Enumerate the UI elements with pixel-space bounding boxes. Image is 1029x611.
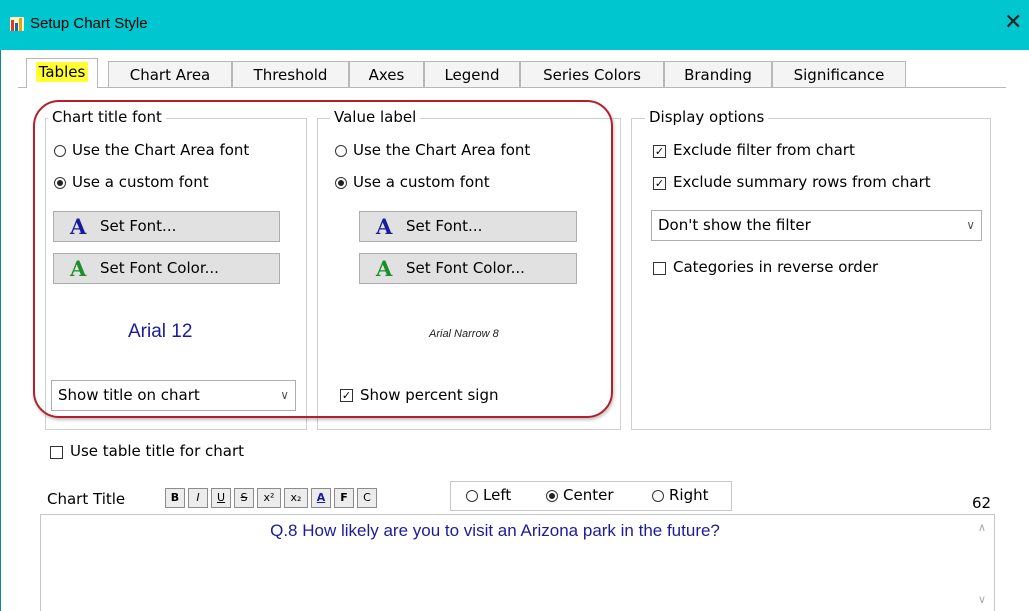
align-right-label[interactable]: Right bbox=[669, 486, 709, 504]
tab-tables[interactable]: Tables bbox=[26, 58, 98, 88]
vl-chart-area-label[interactable]: Use the Chart Area font bbox=[353, 141, 530, 159]
tab-series-colors[interactable]: Series Colors bbox=[520, 61, 664, 87]
character-count: 62 bbox=[972, 494, 992, 512]
scroll-down-icon[interactable]: ∨ bbox=[978, 593, 986, 606]
chart-title-text[interactable]: Q.8 How likely are you to visit an Arizo… bbox=[0, 521, 990, 541]
vl-show-percent-checkbox[interactable]: ✓ bbox=[340, 389, 353, 402]
subscript-button[interactable]: x₂ bbox=[284, 488, 308, 508]
chevron-down-icon: ∨ bbox=[966, 218, 975, 232]
use-table-title-checkbox[interactable] bbox=[50, 446, 63, 459]
font-a-icon: A bbox=[70, 214, 87, 239]
align-center-radio[interactable] bbox=[546, 490, 558, 502]
window-title: Setup Chart Style bbox=[30, 15, 148, 32]
vl-set-font-button[interactable]: A Set Font... bbox=[359, 211, 577, 242]
vl-show-percent-label[interactable]: Show percent sign bbox=[360, 386, 498, 404]
title-bar bbox=[0, 0, 1029, 50]
ctf-chart-area-label[interactable]: Use the Chart Area font bbox=[72, 141, 249, 159]
tab-chart-area[interactable]: Chart Area bbox=[108, 61, 232, 87]
vl-chart-area-radio[interactable] bbox=[335, 145, 347, 157]
filter-display-dropdown[interactable]: Don't show the filter ∨ bbox=[651, 210, 982, 241]
scroll-up-icon[interactable]: ∧ bbox=[978, 521, 986, 534]
display-options-legend: Display options bbox=[645, 108, 769, 126]
chevron-down-icon: ∨ bbox=[280, 388, 289, 402]
exclude-filter-checkbox[interactable]: ✓ bbox=[653, 145, 666, 158]
value-label-legend: Value label bbox=[330, 108, 421, 126]
reverse-order-checkbox[interactable] bbox=[653, 262, 666, 275]
font-color-button[interactable]: A bbox=[311, 488, 331, 508]
textarea-scrollbar[interactable]: ∧ ∨ bbox=[973, 515, 994, 611]
superscript-button[interactable]: x² bbox=[257, 488, 281, 508]
ctf-custom-radio[interactable] bbox=[54, 177, 66, 189]
ctf-title-display-dropdown[interactable]: Show title on chart ∨ bbox=[51, 380, 296, 411]
vl-font-preview: Arial Narrow 8 bbox=[429, 328, 499, 340]
exclude-summary-label[interactable]: Exclude summary rows from chart bbox=[673, 173, 931, 191]
chart-app-icon bbox=[10, 17, 24, 31]
tab-legend[interactable]: Legend bbox=[424, 61, 520, 87]
ctf-set-font-color-button[interactable]: A Set Font Color... bbox=[53, 253, 280, 284]
align-right-radio[interactable] bbox=[652, 490, 664, 502]
close-icon[interactable]: ✕ bbox=[1004, 9, 1022, 35]
tab-axes[interactable]: Axes bbox=[349, 61, 424, 87]
font-a-icon: A bbox=[376, 214, 393, 239]
vl-set-font-color-button[interactable]: A Set Font Color... bbox=[359, 253, 577, 284]
ctf-custom-label[interactable]: Use a custom font bbox=[72, 173, 209, 191]
font-color-a-icon: A bbox=[376, 256, 393, 281]
tab-branding[interactable]: Branding bbox=[664, 61, 772, 87]
vl-custom-label[interactable]: Use a custom font bbox=[353, 173, 490, 191]
align-left-label[interactable]: Left bbox=[483, 486, 511, 504]
font-button[interactable]: F bbox=[334, 488, 354, 508]
underline-button[interactable]: U bbox=[211, 488, 231, 508]
align-left-radio[interactable] bbox=[466, 490, 478, 502]
vl-custom-radio[interactable] bbox=[335, 177, 347, 189]
strikethrough-button[interactable]: S bbox=[234, 488, 254, 508]
bold-button[interactable]: B bbox=[165, 488, 185, 508]
align-center-label[interactable]: Center bbox=[563, 486, 614, 504]
ctf-set-font-button[interactable]: A Set Font... bbox=[53, 211, 280, 242]
clear-format-button[interactable]: C bbox=[357, 488, 377, 508]
reverse-order-label[interactable]: Categories in reverse order bbox=[673, 258, 878, 276]
tab-threshold[interactable]: Threshold bbox=[232, 61, 349, 87]
use-table-title-label[interactable]: Use table title for chart bbox=[70, 442, 244, 460]
ctf-font-preview: Arial 12 bbox=[128, 321, 193, 342]
tab-strip-divider bbox=[18, 87, 1006, 88]
tab-significance[interactable]: Significance bbox=[772, 61, 906, 87]
italic-button[interactable]: I bbox=[188, 488, 208, 508]
font-color-a-icon: A bbox=[70, 256, 87, 281]
exclude-summary-checkbox[interactable]: ✓ bbox=[653, 177, 666, 190]
exclude-filter-label[interactable]: Exclude filter from chart bbox=[673, 141, 855, 159]
chart-title-label: Chart Title bbox=[47, 490, 126, 508]
chart-title-font-legend: Chart title font bbox=[48, 108, 166, 126]
ctf-chart-area-radio[interactable] bbox=[54, 145, 66, 157]
